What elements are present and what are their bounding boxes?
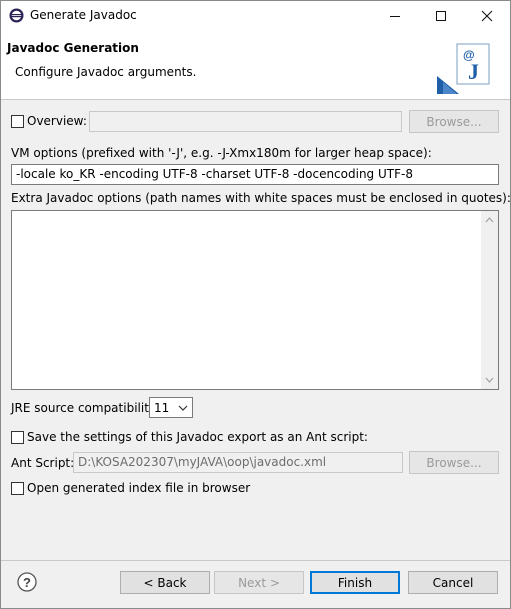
open-index-checkbox[interactable] xyxy=(11,482,24,495)
next-button[interactable]: Next > xyxy=(214,571,304,594)
save-ant-checkbox[interactable] xyxy=(11,431,24,444)
jre-select-value: 11 xyxy=(154,401,170,415)
extra-options-text xyxy=(12,211,498,215)
jre-label: JRE source compatibility: xyxy=(11,401,160,415)
javadoc-banner-icon: @ J xyxy=(437,42,495,94)
chevron-down-icon xyxy=(178,405,188,411)
close-button[interactable] xyxy=(464,1,510,30)
svg-text:J: J xyxy=(468,59,479,84)
open-index-label: Open generated index file in browser xyxy=(27,481,251,495)
vm-options-label: VM options (prefixed with '-J', e.g. -J-… xyxy=(11,146,432,160)
ant-script-field[interactable]: D:\KOSA202307\myJAVA\oop\javadoc.xml xyxy=(73,452,403,473)
minimize-button[interactable] xyxy=(372,1,418,30)
ant-browse-button[interactable]: Browse... xyxy=(409,451,499,474)
minimize-icon xyxy=(390,15,400,17)
finish-button[interactable]: Finish xyxy=(310,571,400,594)
overview-checkbox[interactable] xyxy=(11,115,24,128)
maximize-button[interactable] xyxy=(418,1,464,30)
svg-text:?: ? xyxy=(23,575,31,590)
overview-browse-button[interactable]: Browse... xyxy=(409,110,499,133)
overview-field[interactable] xyxy=(89,111,402,132)
save-ant-label: Save the settings of this Javadoc export… xyxy=(27,430,368,444)
extra-options-scrollbar[interactable] xyxy=(481,211,498,389)
scroll-down-icon[interactable] xyxy=(481,373,498,387)
ant-script-label: Ant Script: xyxy=(11,456,75,470)
extra-options-textarea[interactable] xyxy=(11,210,499,390)
back-button[interactable]: < Back xyxy=(120,571,210,594)
help-icon[interactable]: ? xyxy=(17,572,37,592)
overview-label: Overview: xyxy=(27,114,87,128)
vm-options-input[interactable]: -locale ko_KR -encoding UTF-8 -charset U… xyxy=(11,164,499,185)
cancel-button[interactable]: Cancel xyxy=(408,571,498,594)
scroll-up-icon[interactable] xyxy=(481,213,498,227)
close-icon xyxy=(481,10,493,21)
maximize-icon xyxy=(436,10,446,21)
page-description: Configure Javadoc arguments. xyxy=(15,65,197,79)
jre-select[interactable]: 11 xyxy=(149,397,193,418)
page-title: Javadoc Generation xyxy=(7,41,139,55)
eclipse-icon xyxy=(9,8,24,23)
footer-divider xyxy=(1,560,510,561)
extra-options-label: Extra Javadoc options (path names with w… xyxy=(11,191,511,205)
window-title: Generate Javadoc xyxy=(30,8,137,22)
